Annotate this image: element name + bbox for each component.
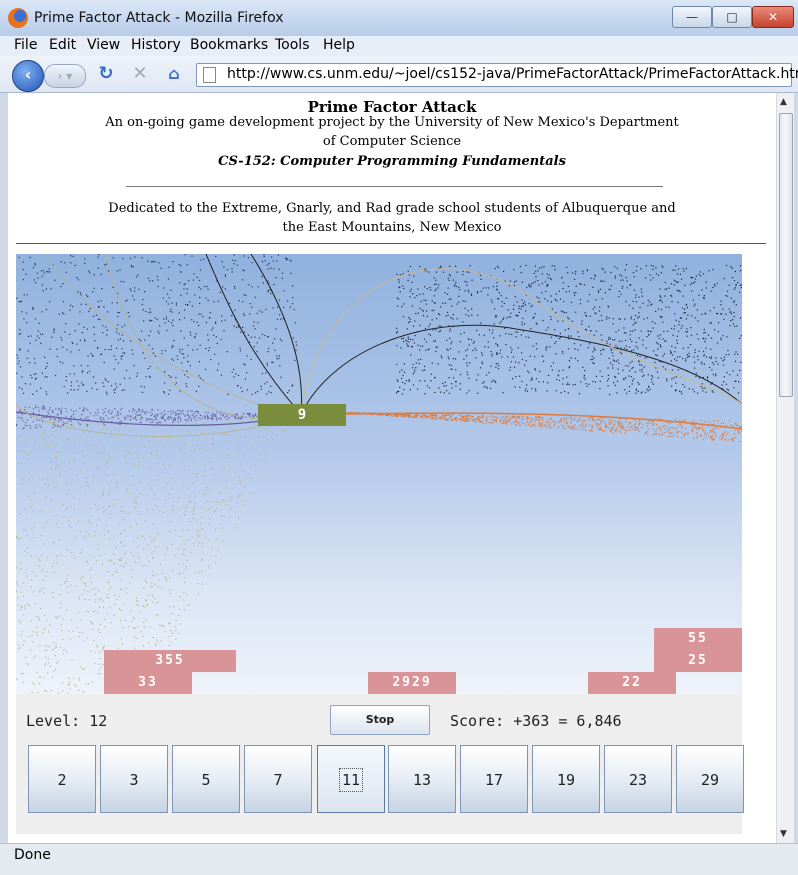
page-icon [203,67,216,83]
status-bar: Done [0,843,798,875]
home-icon[interactable]: ⌂ [164,64,184,84]
reload-icon[interactable]: ↻ [96,64,116,84]
enemy-block: 33 [104,672,192,694]
course-title: CS-152: Computer Programming Fundamental… [8,154,776,169]
particle-trails [16,254,742,694]
forward-button[interactable]: › ▾ [44,64,86,88]
menu-edit[interactable]: Edit [49,37,76,53]
prime-button-2[interactable]: 2 [28,745,96,813]
minimize-button[interactable]: — [672,6,712,28]
vertical-scrollbar[interactable]: ▲ ▼ [776,93,794,843]
firefox-icon [8,8,28,28]
menu-file[interactable]: File [14,37,37,53]
score-display: Score: +363 = 6,846 [450,712,622,730]
dedication-line-1: Dedicated to the Extreme, Gnarly, and Ra… [8,201,776,216]
address-url[interactable]: http://www.cs.unm.edu/~joel/cs152-java/P… [227,66,798,82]
prime-button-13[interactable]: 13 [388,745,456,813]
back-button[interactable]: ‹ [12,60,44,92]
control-panel: Level: 12 Stop Score: +363 = 6,846 2 3 5… [16,694,742,834]
divider-short [126,186,663,187]
stop-icon[interactable]: ✕ [130,64,150,84]
maximize-button[interactable]: □ [712,6,752,28]
dedication-line-2: the East Mountains, New Mexico [8,220,776,235]
address-bar[interactable]: http://www.cs.unm.edu/~joel/cs152-java/P… [196,63,792,87]
subtitle-line-1: An on-going game development project by … [8,115,776,130]
title-bar: Prime Factor Attack - Mozilla Firefox — … [0,0,798,37]
navigation-toolbar: ‹ › ▾ ↻ ✕ ⌂ http://www.cs.unm.edu/~joel/… [0,56,798,93]
scroll-up-icon[interactable]: ▲ [780,97,787,107]
prime-button-3[interactable]: 3 [100,745,168,813]
prime-button-7[interactable]: 7 [244,745,312,813]
window-title: Prime Factor Attack - Mozilla Firefox [34,10,284,26]
page-title: Prime Factor Attack [8,98,776,116]
enemy-block: 22 [588,672,676,694]
subtitle-line-2: of Computer Science [8,134,776,149]
menu-view[interactable]: View [87,37,120,53]
menu-history[interactable]: History [131,37,181,53]
stop-button[interactable]: Stop [330,705,430,735]
enemy-block: 2929 [368,672,456,694]
target-number-block: 9 [258,404,346,426]
prime-button-19[interactable]: 19 [532,745,600,813]
prime-button-29[interactable]: 29 [676,745,744,813]
prime-button-5[interactable]: 5 [172,745,240,813]
prime-button-11[interactable]: 11 [317,745,385,813]
game-canvas[interactable]: 9 355 33 2929 22 55 25 [16,254,742,694]
enemy-block: 355 [104,650,236,672]
menu-bookmarks[interactable]: Bookmarks [190,37,268,53]
close-button[interactable]: ✕ [752,6,794,28]
prime-button-17[interactable]: 17 [460,745,528,813]
scroll-down-icon[interactable]: ▼ [780,829,787,839]
menu-bar: File Edit View History Bookmarks Tools H… [0,36,798,56]
enemy-block: 25 [654,650,742,672]
status-text: Done [14,847,51,863]
menu-help[interactable]: Help [323,37,355,53]
level-display: Level: 12 [26,712,107,730]
prime-buttons: 2 3 5 7 11 13 17 19 23 29 [20,745,742,815]
divider-long [16,243,766,244]
enemy-block: 55 [654,628,742,650]
scroll-thumb[interactable] [779,113,793,397]
prime-button-23[interactable]: 23 [604,745,672,813]
menu-tools[interactable]: Tools [275,37,310,53]
page-viewport: Prime Factor Attack An on-going game dev… [8,93,776,843]
